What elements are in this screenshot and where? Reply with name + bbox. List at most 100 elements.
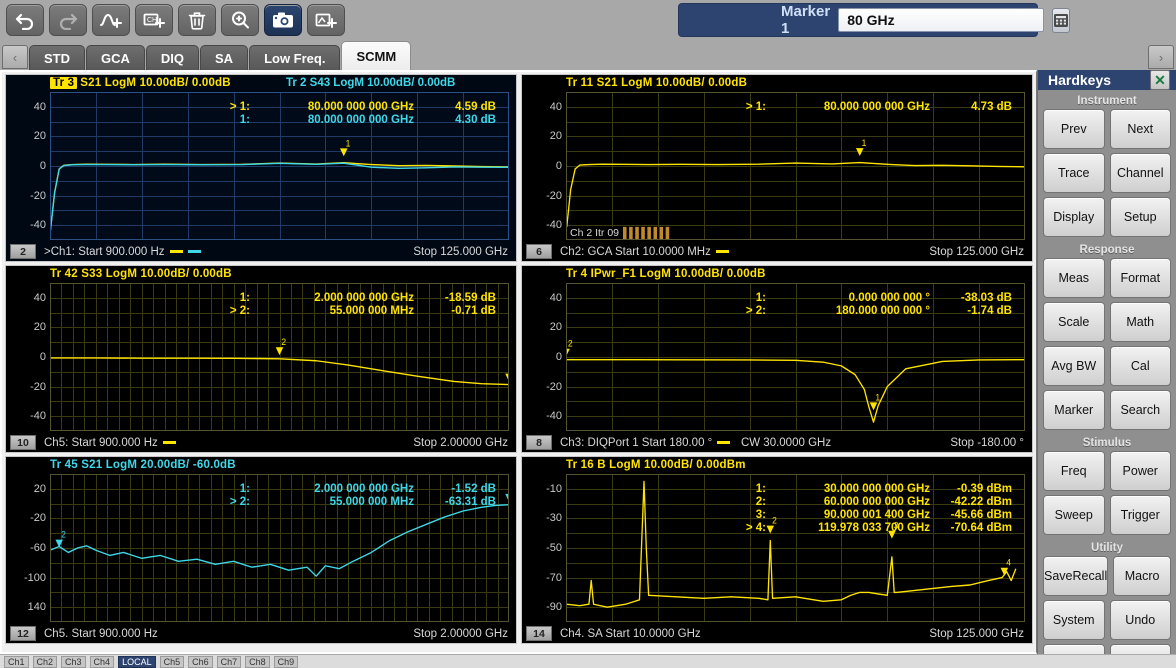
delete-button[interactable] xyxy=(178,4,216,36)
hardkey-group-label-instrument: Instrument xyxy=(1077,95,1137,107)
window-10[interactable]: Tr 42 S33 LogM 10.00dB/ 0.00dB 40 20 0 -20 -4… xyxy=(5,265,517,453)
y-axis: 40 20 0 -20 -40 xyxy=(522,92,564,240)
status-left: Ch4. SA Start 10.0000 GHz xyxy=(560,627,701,640)
marker-index: > 4: xyxy=(745,522,766,534)
hardkey-search[interactable]: Search xyxy=(1109,390,1171,430)
hardkey-cal[interactable]: Cal xyxy=(1109,346,1171,386)
y-axis-label: -90 xyxy=(546,601,562,614)
status-chip-ch1[interactable]: Ch1 xyxy=(4,655,29,668)
y-axis-label: 20 xyxy=(33,482,46,495)
zoom-button[interactable] xyxy=(221,4,259,36)
marker-readout-table: > 1: 80.000 000 000 GHz 4.59 dB 1: 80.000 00… xyxy=(216,101,496,127)
hardkey-trace[interactable]: Trace xyxy=(1043,153,1105,193)
marker-readout-row: > 2: 55.000 000 MHz -0.71 dB xyxy=(216,305,496,318)
window-status-bar: 10 Ch5: Start 900.000 Hz Stop 2.00000 GHz xyxy=(6,433,516,452)
hardkey-freq[interactable]: Freq xyxy=(1043,451,1105,491)
status-chip-ch8[interactable]: Ch8 xyxy=(245,655,270,668)
marker-value: -63.31 dB xyxy=(444,496,496,508)
y-axis-label: -40 xyxy=(546,219,562,232)
status-chip-ch4[interactable]: Ch4 xyxy=(89,655,115,668)
add-trace-button[interactable] xyxy=(92,4,130,36)
numeric-keypad-icon[interactable] xyxy=(1052,7,1071,33)
tab-low-freq[interactable]: Low Freq. xyxy=(249,45,341,70)
hardkey-preset[interactable]: Preset xyxy=(1109,644,1171,654)
y-axis-label: -10 xyxy=(546,482,562,495)
hardkey-macro[interactable]: Macro xyxy=(1113,556,1171,596)
hardkey-sweep[interactable]: Sweep xyxy=(1043,495,1105,535)
hardkey-system[interactable]: System xyxy=(1043,600,1105,640)
hardkey-avg-bw[interactable]: Avg BW xyxy=(1043,346,1105,386)
status-left: >Ch1: Start 900.000 Hz xyxy=(44,246,413,258)
hardkey-power[interactable]: Power xyxy=(1109,451,1171,491)
status-chip-ch6[interactable]: Ch6 xyxy=(188,655,213,668)
screenshot-button[interactable] xyxy=(264,4,302,36)
redo-button[interactable] xyxy=(49,4,87,36)
plot-area[interactable]: 1 xyxy=(566,92,1025,240)
marker-index: > 1: xyxy=(229,101,250,113)
hardkey-help[interactable]: Help xyxy=(1043,644,1105,654)
main-toolbar: CH Marker 1 xyxy=(0,0,1176,40)
window-8[interactable]: Tr 4 IPwr_F1 LogM 10.00dB/ 0.00dB 40 20 0 -2… xyxy=(521,265,1033,453)
window-12[interactable]: Tr 45 S21 LogM 20.00dB/ -60.0dB 20 -20 -60 -… xyxy=(5,456,517,644)
hardkey-scale[interactable]: Scale xyxy=(1043,302,1105,342)
window-number-badge[interactable]: 6 xyxy=(526,244,552,259)
status-chip-ch2[interactable]: Ch2 xyxy=(32,655,58,668)
marker-readout-table: 1: 30.000 000 000 GHz -0.39 dBm 2: 60.000 00… xyxy=(732,483,1012,535)
hardkey-prev[interactable]: Prev xyxy=(1043,109,1105,149)
add-window-button[interactable] xyxy=(307,4,345,36)
hardkey-channel[interactable]: Channel xyxy=(1109,153,1171,193)
undo-button[interactable] xyxy=(6,4,44,36)
window-14[interactable]: Tr 16 B LogM 10.00dB/ 0.00dBm -10 -30 -50 -7… xyxy=(521,456,1033,644)
tab-scmm[interactable]: SCMM xyxy=(341,41,412,70)
window-status-bar: 8 Ch3: DIQPort 1 Start 180.00 ° CW 30.0000… xyxy=(522,433,1032,452)
marker-readout-row: 1: 80.000 000 000 GHz 4.30 dB xyxy=(216,114,496,127)
hardkey-meas[interactable]: Meas xyxy=(1043,258,1105,298)
hardkey-row: Meas Format xyxy=(1043,258,1171,298)
window-2[interactable]: Tr 3 S21 LogM 10.00dB/ 0.00dB Tr 2 S43 Log… xyxy=(5,74,517,262)
marker-index: > 2: xyxy=(745,305,766,317)
hardkey-setup[interactable]: Setup xyxy=(1109,197,1171,237)
status-chip-ch9[interactable]: Ch9 xyxy=(273,655,299,668)
y-axis-label: -20 xyxy=(546,189,562,202)
marker-value-input[interactable] xyxy=(838,8,1045,32)
window-number-badge[interactable]: 14 xyxy=(526,626,552,641)
tab-gca[interactable]: GCA xyxy=(86,45,145,70)
hardkey-row: Help Preset xyxy=(1043,644,1171,654)
status-right: Stop 2.00000 GHz xyxy=(413,436,508,449)
marker-frequency: 30.000 000 000 GHz xyxy=(823,483,930,495)
y-axis-label: -20 xyxy=(30,189,46,202)
marker-value: -0.71 dB xyxy=(451,305,496,317)
hardkey-undo[interactable]: Undo xyxy=(1109,600,1171,640)
marker-value: -0.39 dBm xyxy=(957,483,1012,495)
tabs-prev-arrow-icon[interactable]: ‹ xyxy=(2,45,28,69)
hardkey-marker[interactable]: Marker xyxy=(1043,390,1105,430)
hardkey-trigger[interactable]: Trigger xyxy=(1109,495,1171,535)
tabs-next-arrow-icon[interactable]: › xyxy=(1148,45,1174,69)
window-number-badge[interactable]: 2 xyxy=(10,244,36,259)
hardkey-format[interactable]: Format xyxy=(1109,258,1171,298)
status-chip-local[interactable]: LOCAL xyxy=(118,655,156,668)
window-number-badge[interactable]: 10 xyxy=(10,435,36,450)
marker-index: > 1: xyxy=(745,101,766,113)
tab-diq[interactable]: DIQ xyxy=(145,45,200,70)
marker-readout-table: 1: 0.000 000 000 ° -38.03 dB > 2: 180.000 00… xyxy=(732,292,1012,318)
y-axis-label: 40 xyxy=(549,291,562,304)
tab-sa[interactable]: SA xyxy=(200,45,249,70)
trace-badge[interactable]: Tr 3 xyxy=(50,77,78,89)
window-number-badge[interactable]: 12 xyxy=(10,626,36,641)
status-chip-ch7[interactable]: Ch7 xyxy=(216,655,242,668)
marker-frequency: 2.000 000 000 GHz xyxy=(314,292,414,304)
window-number-badge[interactable]: 8 xyxy=(526,435,552,450)
hardkey-math[interactable]: Math xyxy=(1109,302,1171,342)
marker-readout-row: > 2: 55.000 000 MHz -63.31 dB xyxy=(216,496,496,509)
status-chip-ch5[interactable]: Ch5 xyxy=(159,655,185,668)
hardkey-save-recall[interactable]: Save Recall xyxy=(1043,556,1109,596)
tab-std[interactable]: STD xyxy=(29,45,85,70)
window-6[interactable]: Tr 11 S21 LogM 10.00dB/ 0.00dB 40 20 0 -20 -4… xyxy=(521,74,1033,262)
hardkey-row: Sweep Trigger xyxy=(1043,495,1171,535)
add-channel-button[interactable]: CH xyxy=(135,4,173,36)
close-icon[interactable]: ✕ xyxy=(1150,70,1170,90)
hardkey-next[interactable]: Next xyxy=(1109,109,1171,149)
hardkey-display[interactable]: Display xyxy=(1043,197,1105,237)
status-chip-ch3[interactable]: Ch3 xyxy=(61,655,86,668)
